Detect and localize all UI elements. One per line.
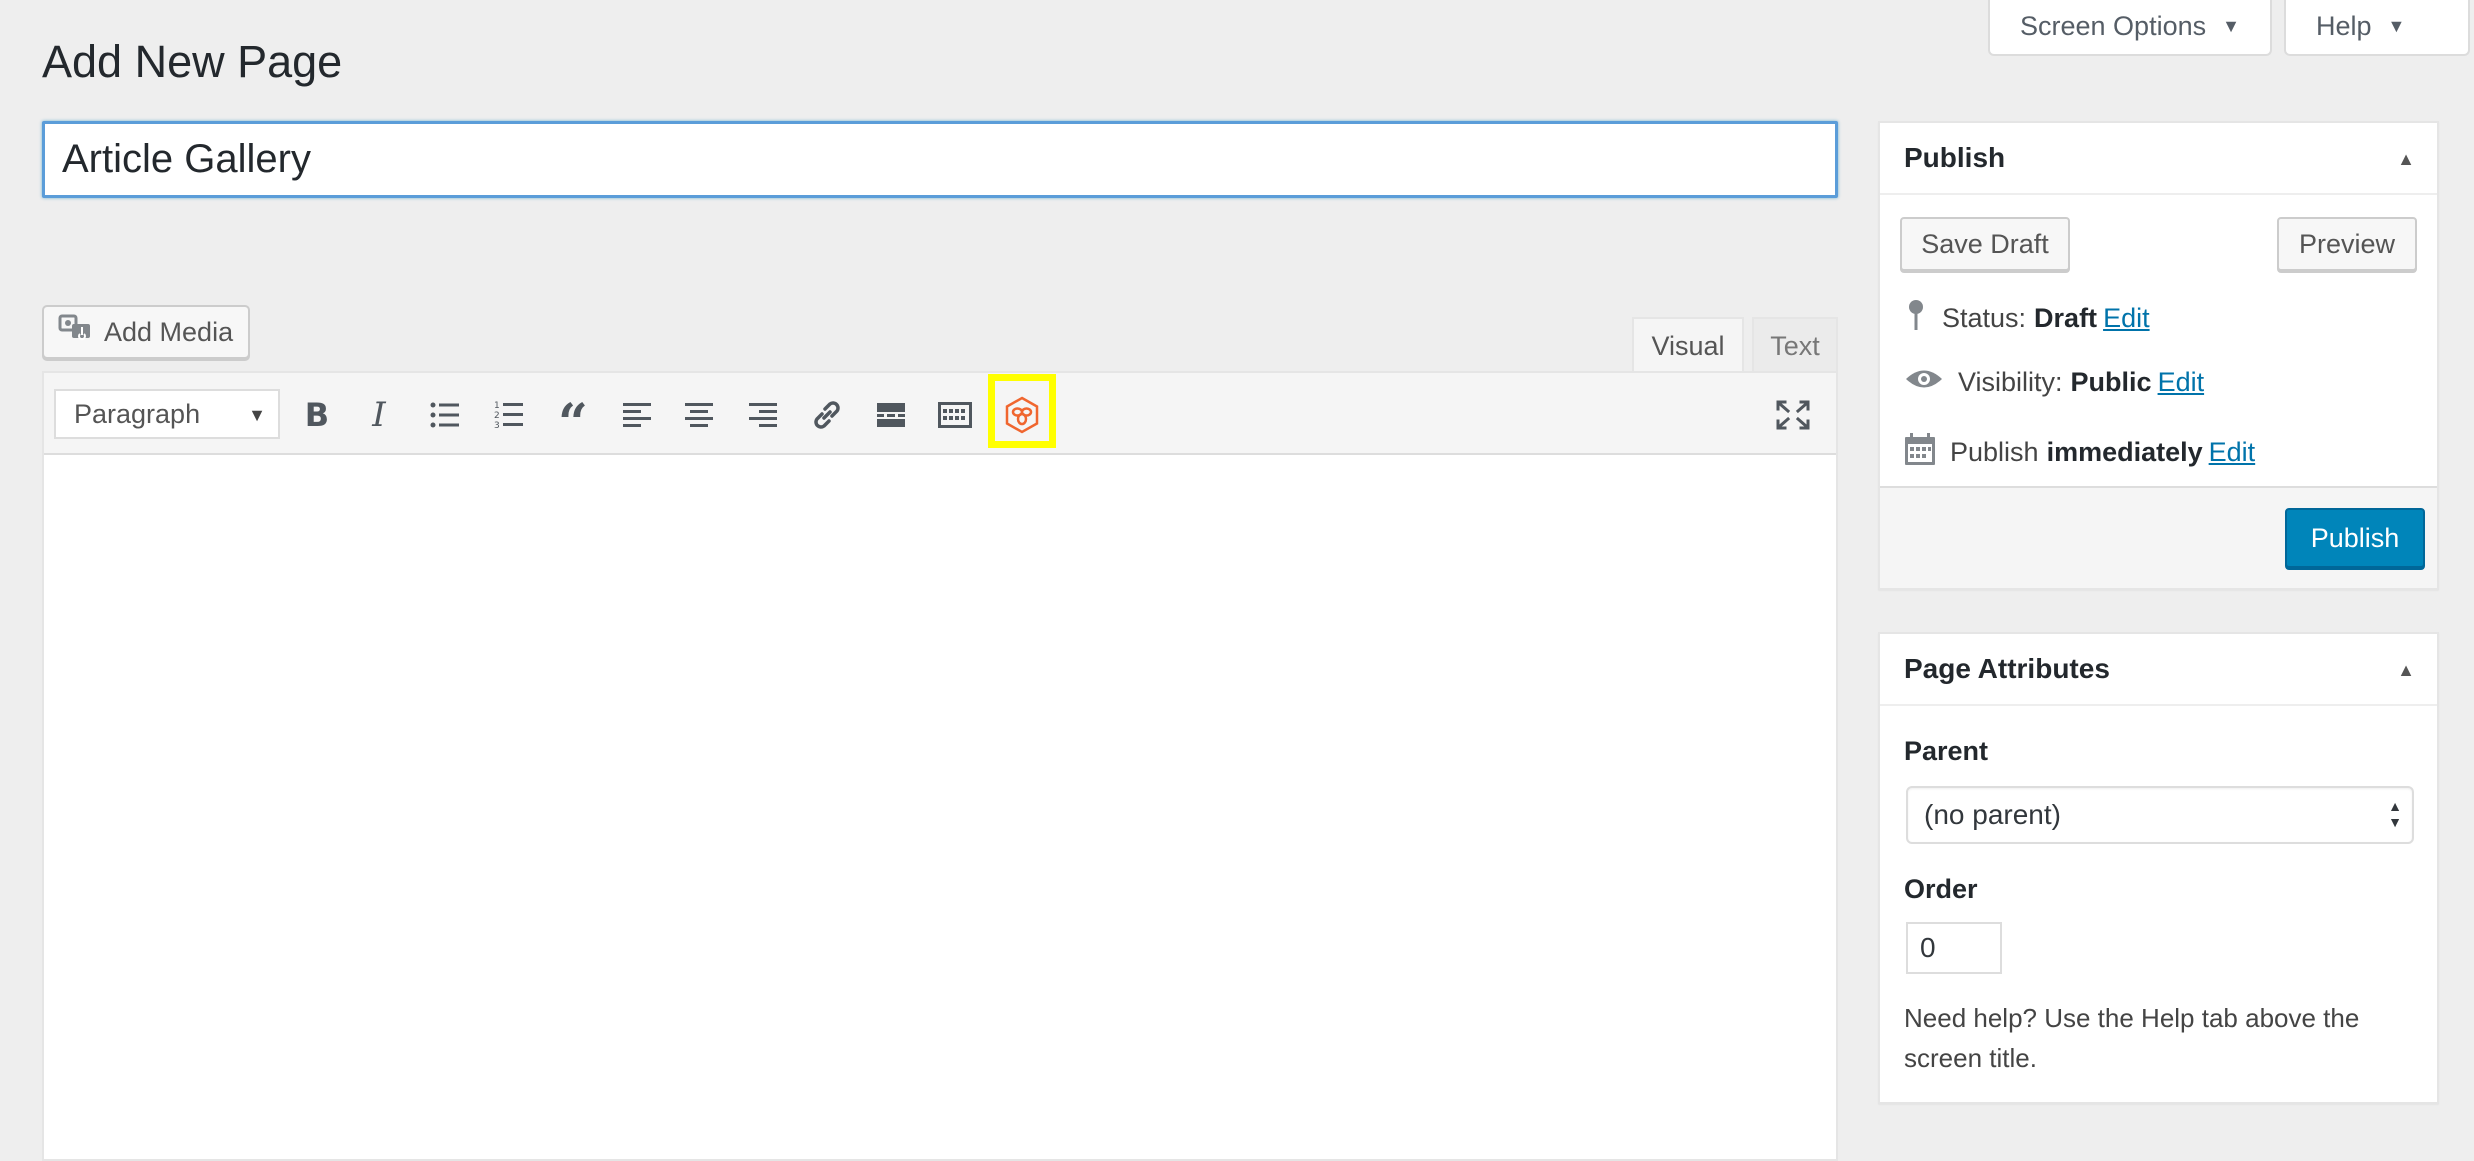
visibility-label: Visibility:	[1958, 367, 2063, 397]
visibility-row: Visibility: Public Edit	[1904, 366, 2204, 399]
italic-icon[interactable]: I	[352, 392, 406, 438]
order-label: Order	[1904, 874, 1978, 904]
publish-box: Publish ▲ Save Draft Preview Status: Dra…	[1878, 121, 2439, 590]
tab-text[interactable]: Text	[1752, 317, 1838, 373]
parent-label: Parent	[1904, 736, 1989, 766]
page-attributes-box: Page Attributes ▲ Parent (no parent) ▲ ▼ …	[1878, 632, 2439, 1104]
svg-text:1: 1	[494, 401, 500, 411]
page-attributes-header[interactable]: Page Attributes ▲	[1880, 634, 2437, 706]
save-draft-button[interactable]: Save Draft	[1900, 217, 2070, 271]
select-arrows-icon: ▲ ▼	[2388, 798, 2402, 830]
link-icon[interactable]	[800, 392, 854, 438]
bold-icon[interactable]: B	[290, 392, 344, 438]
screen-options-label: Screen Options	[2020, 10, 2207, 41]
tab-visual[interactable]: Visual	[1632, 317, 1744, 373]
format-select[interactable]: Paragraph ▼	[54, 389, 280, 439]
publish-box-title: Publish	[1904, 142, 2006, 173]
editor-content-area[interactable]	[42, 371, 1838, 1161]
help-text: Need help? Use the Help tab above the sc…	[1904, 1003, 2360, 1073]
collapse-arrow-icon[interactable]: ▲	[2397, 149, 2415, 170]
collapse-arrow-icon[interactable]: ▲	[2397, 660, 2415, 681]
title-input[interactable]	[42, 121, 1838, 198]
fullscreen-icon[interactable]	[1766, 392, 1820, 438]
highlight-box	[988, 374, 1056, 448]
align-center-icon[interactable]	[672, 392, 726, 438]
caret-down-icon: ▼	[2222, 15, 2240, 36]
read-more-icon[interactable]	[864, 392, 918, 438]
svg-text:3: 3	[494, 421, 500, 430]
publish-button[interactable]: Publish	[2285, 508, 2425, 568]
status-edit-link[interactable]: Edit	[2103, 303, 2150, 334]
visibility-value: Public	[2070, 367, 2152, 397]
bulleted-list-icon[interactable]	[418, 392, 472, 438]
schedule-edit-link[interactable]: Edit	[2209, 437, 2256, 468]
publish-schedule-label: Publish	[1950, 437, 2039, 467]
align-left-icon[interactable]	[610, 392, 664, 438]
pin-icon	[1904, 298, 1928, 339]
parent-select-value: (no parent)	[1924, 799, 2061, 830]
screen-options-button[interactable]: Screen Options ▼	[1988, 0, 2272, 56]
help-button[interactable]: Help ▼	[2284, 0, 2470, 56]
publish-box-header[interactable]: Publish ▲	[1880, 123, 2437, 195]
schedule-row: Publish immediately Edit	[1904, 432, 2255, 473]
caret-down-icon: ▼	[2387, 15, 2406, 36]
visibility-edit-link[interactable]: Edit	[2158, 367, 2205, 398]
add-media-button[interactable]: Add Media	[42, 305, 250, 359]
calendar-icon	[1904, 432, 1936, 473]
add-media-icon	[58, 312, 94, 353]
add-media-label: Add Media	[104, 316, 234, 347]
status-row: Status: Draft Edit	[1904, 298, 2150, 339]
svg-text:2: 2	[494, 411, 500, 421]
chevron-down-icon: ▼	[248, 405, 266, 425]
numbered-list-icon[interactable]: 123	[482, 392, 536, 438]
order-input[interactable]: 0	[1906, 922, 2002, 974]
preview-button[interactable]: Preview	[2277, 217, 2417, 271]
blockquote-icon[interactable]: “	[546, 392, 600, 450]
status-label: Status:	[1942, 303, 2027, 333]
page-title: Add New Page	[42, 36, 343, 87]
format-select-value: Paragraph	[74, 398, 201, 429]
align-right-icon[interactable]	[736, 392, 790, 438]
parent-select[interactable]: (no parent) ▲ ▼	[1906, 786, 2414, 844]
status-value: Draft	[2034, 303, 2098, 333]
page-attributes-title: Page Attributes	[1904, 653, 2110, 684]
eye-icon	[1904, 366, 1944, 399]
publish-actions: Publish	[1880, 486, 2437, 588]
toolbar-toggle-icon[interactable]	[928, 392, 982, 438]
publish-schedule-value: immediately	[2046, 437, 2203, 467]
help-label: Help	[2316, 10, 2372, 41]
